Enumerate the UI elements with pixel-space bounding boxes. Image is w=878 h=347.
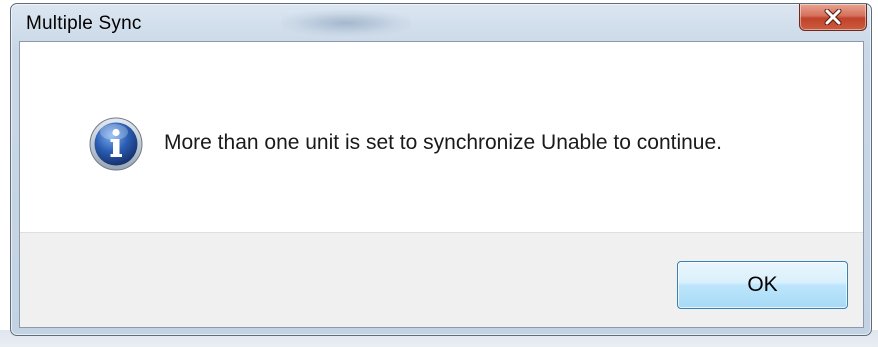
message-text: More than one unit is set to synchronize… <box>164 131 722 154</box>
dialog-content: More than one unit is set to synchronize… <box>19 41 864 328</box>
title-bar[interactable]: Multiple Sync <box>11 4 871 41</box>
ok-button[interactable]: OK <box>677 261 848 309</box>
button-area: OK <box>20 232 863 327</box>
message-area: More than one unit is set to synchronize… <box>20 42 863 232</box>
close-icon <box>824 9 842 25</box>
dialog-window: Multiple Sync More than one unit is set … <box>10 3 872 336</box>
screen: Multiple Sync More than one unit is set … <box>0 0 878 347</box>
close-button[interactable] <box>799 4 867 31</box>
dialog-title: Multiple Sync <box>26 13 142 34</box>
title-bar-glass <box>281 10 411 36</box>
info-icon <box>89 117 143 171</box>
